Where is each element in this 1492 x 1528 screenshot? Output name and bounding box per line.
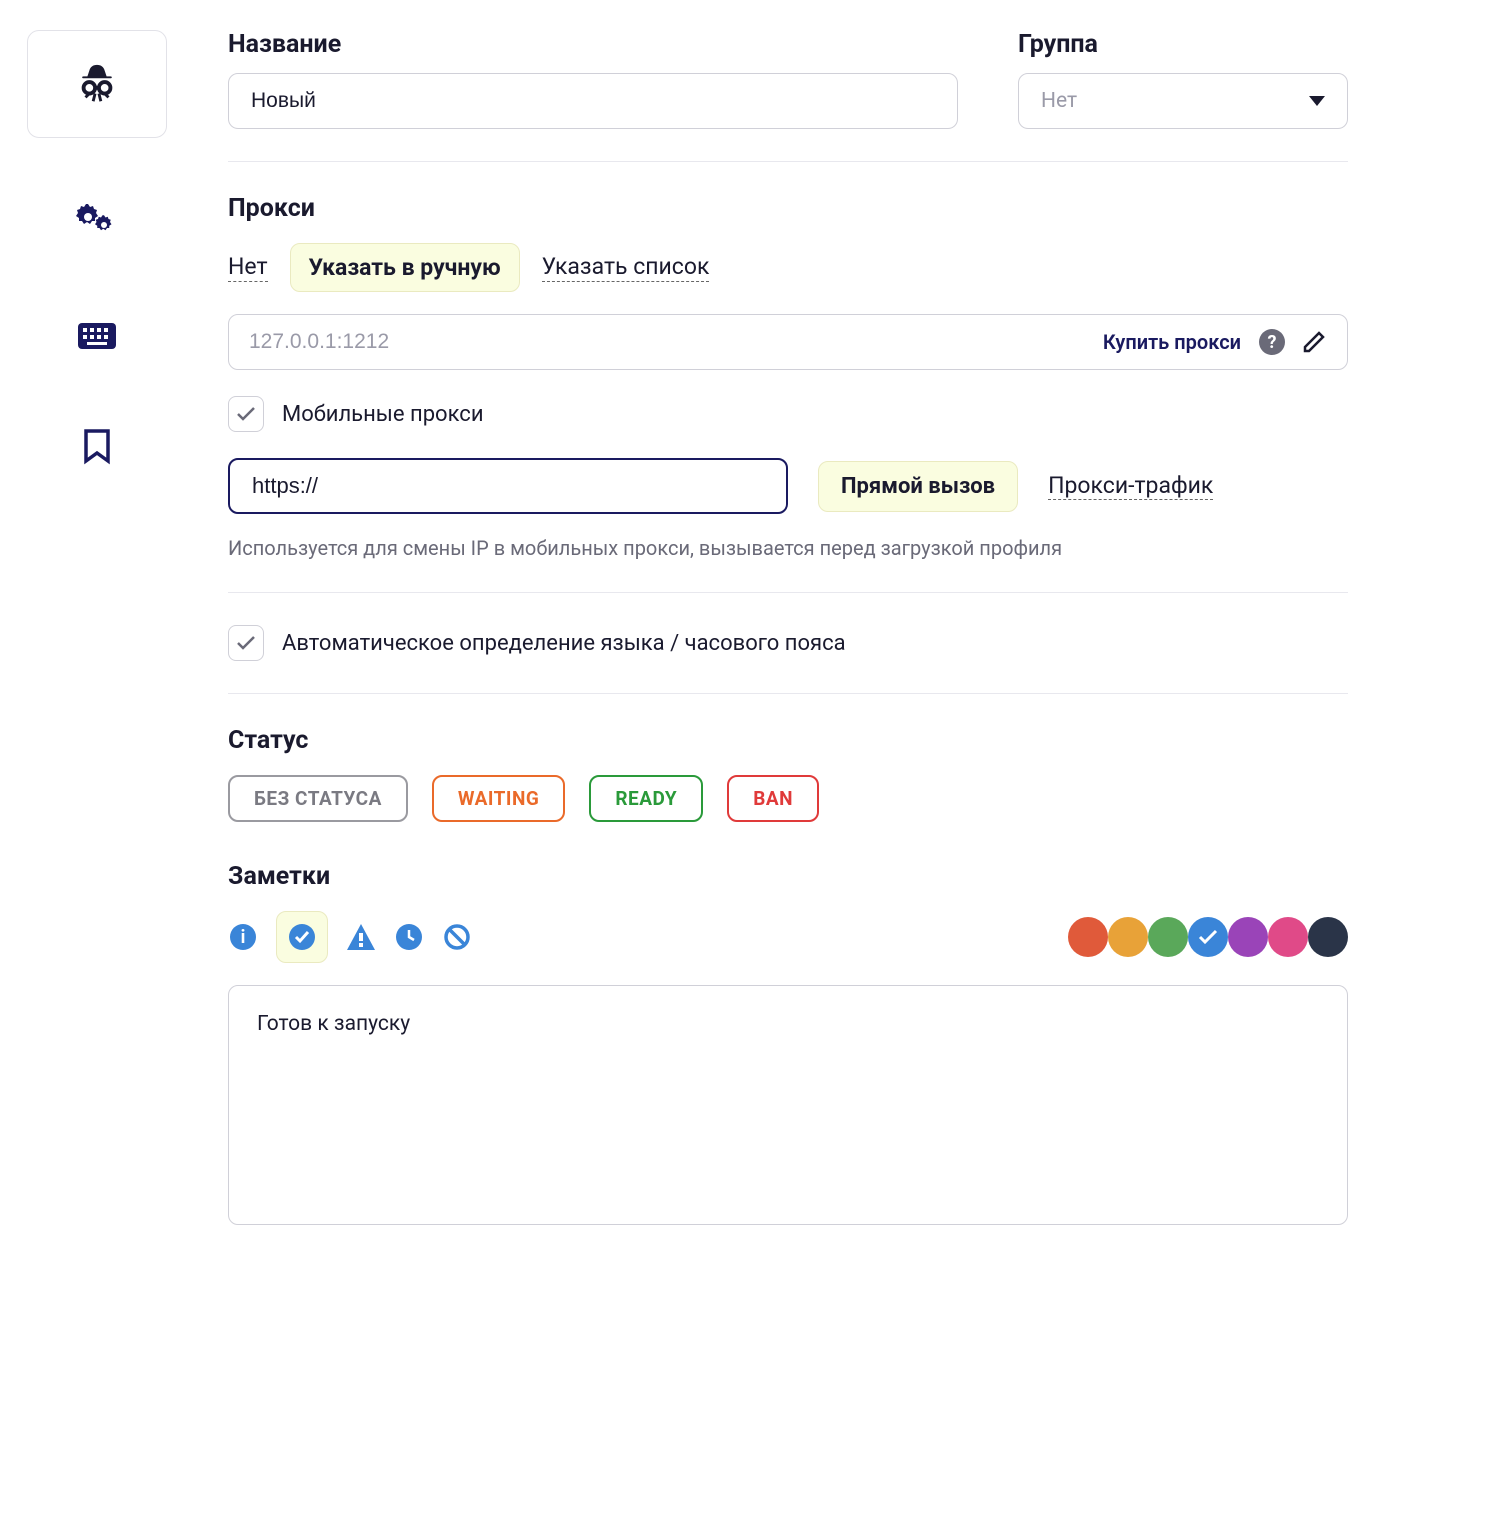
sidebar-item-keyboard[interactable] — [78, 323, 116, 349]
proxy-section-title: Прокси — [228, 194, 1348, 223]
note-info-icon[interactable]: i — [228, 922, 258, 952]
name-label: Название — [228, 30, 958, 59]
sidebar-nav — [72, 203, 122, 465]
help-icon[interactable]: ? — [1259, 329, 1285, 355]
color-dot-5[interactable] — [1268, 917, 1308, 957]
status-waiting-chip[interactable]: WAITING — [432, 775, 565, 822]
notes-textarea[interactable] — [228, 985, 1348, 1225]
status-row: БЕЗ СТАТУСА WAITING READY BAN — [228, 775, 1348, 822]
color-dot-4[interactable] — [1228, 917, 1268, 957]
sidebar — [0, 0, 172, 1528]
proxy-input[interactable] — [249, 330, 1103, 354]
auto-tz-checkbox[interactable] — [228, 625, 264, 661]
divider — [228, 693, 1348, 694]
proxy-input-row: Купить прокси ? — [228, 314, 1348, 370]
proxy-tab-list[interactable]: Указать список — [542, 253, 710, 282]
note-type-icons: i — [228, 911, 472, 963]
status-ban-chip[interactable]: BAN — [727, 775, 819, 822]
color-dots — [1070, 917, 1348, 957]
keyboard-icon — [78, 323, 116, 349]
mobile-proxy-label: Мобильные прокси — [282, 402, 484, 427]
gears-icon — [72, 203, 122, 243]
url-row: Прямой вызов Прокси-трафик — [228, 458, 1348, 514]
notes-section-title: Заметки — [228, 862, 1348, 891]
note-ban-icon[interactable] — [442, 922, 472, 952]
proxy-tabs: Нет Указать в ручную Указать список — [228, 243, 1348, 292]
group-field-group: Группа Нет — [1018, 30, 1348, 129]
sidebar-logo[interactable] — [27, 30, 167, 138]
check-icon — [236, 635, 256, 651]
incognito-icon — [74, 61, 120, 107]
sidebar-item-bookmark[interactable] — [83, 429, 111, 465]
svg-text:?: ? — [1268, 332, 1277, 353]
svg-text:i: i — [241, 927, 246, 948]
color-dot-0[interactable] — [1068, 917, 1108, 957]
auto-tz-row: Автоматическое определение языка / часов… — [228, 625, 1348, 661]
bookmark-icon — [83, 429, 111, 465]
divider — [228, 161, 1348, 162]
buy-proxy-link[interactable]: Купить прокси — [1103, 330, 1241, 354]
note-check-icon[interactable] — [276, 911, 328, 963]
color-dot-6[interactable] — [1308, 917, 1348, 957]
proxy-hint: Используется для смены IP в мобильных пр… — [228, 536, 1348, 560]
group-select-value: Нет — [1041, 89, 1077, 113]
url-input[interactable] — [228, 458, 788, 514]
status-ready-chip[interactable]: READY — [589, 775, 703, 822]
color-dot-3[interactable] — [1188, 917, 1228, 957]
mobile-proxy-checkbox[interactable] — [228, 396, 264, 432]
notes-toolbar: i — [228, 911, 1348, 963]
group-select[interactable]: Нет — [1018, 73, 1348, 129]
divider — [228, 592, 1348, 593]
note-clock-icon[interactable] — [394, 922, 424, 952]
proxy-tab-manual[interactable]: Указать в ручную — [290, 243, 520, 292]
color-dot-1[interactable] — [1108, 917, 1148, 957]
sidebar-item-settings[interactable] — [72, 203, 122, 243]
proxy-tab-none[interactable]: Нет — [228, 253, 268, 282]
status-section-title: Статус — [228, 726, 1348, 755]
group-label: Группа — [1018, 30, 1348, 59]
edit-icon[interactable] — [1301, 329, 1327, 355]
status-none-chip[interactable]: БЕЗ СТАТУСА — [228, 775, 408, 822]
check-icon — [236, 406, 256, 422]
proxy-traffic-link[interactable]: Прокси-трафик — [1048, 472, 1213, 500]
name-field-group: Название — [228, 30, 958, 129]
chevron-down-icon — [1309, 96, 1325, 106]
note-warning-icon[interactable] — [346, 922, 376, 952]
mobile-proxy-row: Мобильные прокси — [228, 396, 1348, 432]
color-dot-2[interactable] — [1148, 917, 1188, 957]
main-content: Название Группа Нет Прокси Нет Указать в… — [172, 0, 1372, 1528]
name-input[interactable] — [228, 73, 958, 129]
auto-tz-label: Автоматическое определение языка / часов… — [282, 631, 846, 656]
direct-call-button[interactable]: Прямой вызов — [818, 461, 1018, 512]
check-icon — [1198, 929, 1218, 945]
